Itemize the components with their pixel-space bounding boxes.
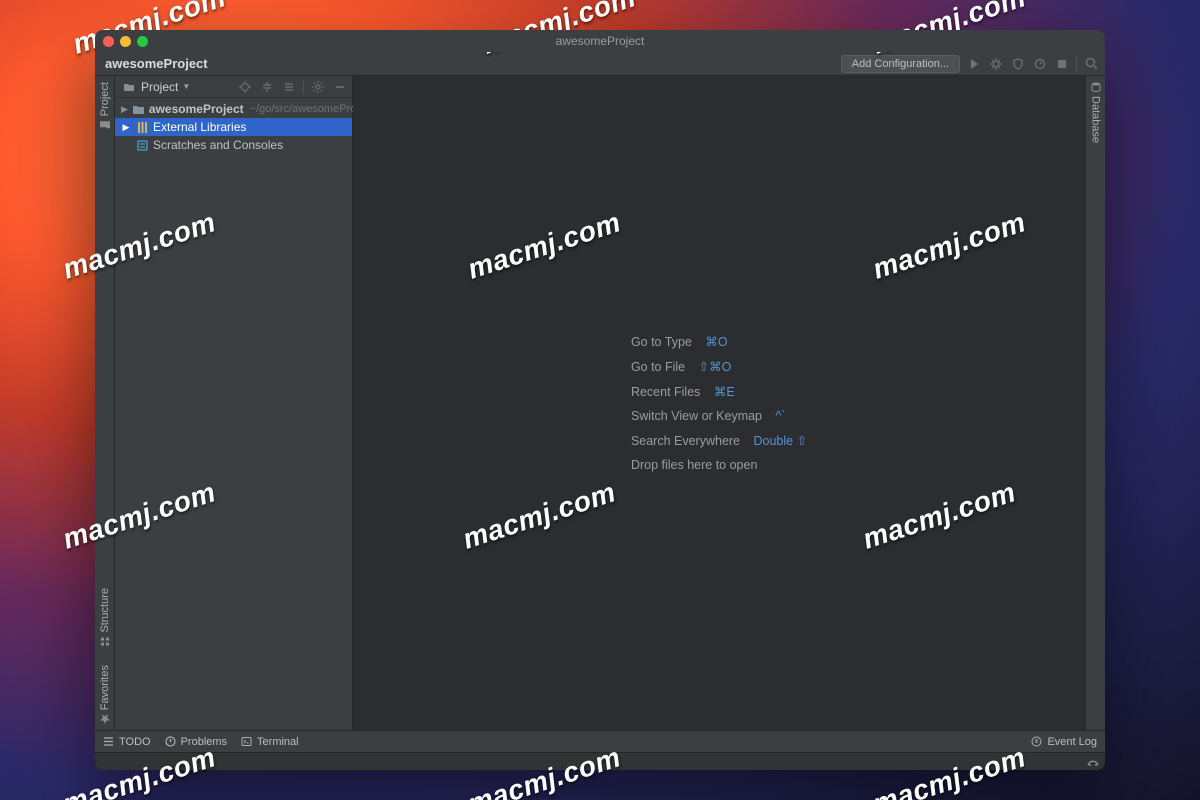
search-icon[interactable] <box>1083 56 1099 72</box>
scratches-icon <box>135 138 149 152</box>
collapse-all-icon[interactable] <box>281 79 297 95</box>
titlebar: awesomeProject <box>95 30 1105 52</box>
chevron-right-icon[interactable]: ▶ <box>121 122 131 133</box>
hint-label: Drop files here to open <box>631 458 757 472</box>
bottom-event-log[interactable]: Event Log <box>1031 736 1097 748</box>
project-toolwindow-title[interactable]: Project <box>141 80 178 94</box>
bottom-terminal-label: Terminal <box>257 736 299 748</box>
hint-switch-view: Switch View or Keymap ^` <box>631 409 786 423</box>
libraries-icon <box>135 120 149 134</box>
bottom-terminal[interactable]: Terminal <box>241 736 299 748</box>
hint-label: Switch View or Keymap <box>631 409 762 423</box>
bottom-problems-label: Problems <box>181 736 227 748</box>
bottom-event-log-label: Event Log <box>1047 736 1097 748</box>
bottom-toolbar: TODO Problems Terminal Event Log <box>95 730 1105 752</box>
hint-shortcut: ^` <box>776 409 786 423</box>
expand-all-icon[interactable] <box>259 79 275 95</box>
event-log-icon <box>1031 736 1042 747</box>
gutter-favorites[interactable]: Favorites <box>99 665 111 724</box>
gutter-database-label: Database <box>1090 96 1102 143</box>
hint-search-everywhere: Search Everywhere Double ⇧ <box>631 433 807 448</box>
hint-shortcut: ⇧⌘O <box>699 360 732 374</box>
breadcrumb[interactable]: awesomeProject <box>105 56 208 71</box>
tree-label: Scratches and Consoles <box>153 138 283 152</box>
bottom-problems[interactable]: Problems <box>165 736 227 748</box>
project-toolwindow: Project ▼ <box>115 76 353 730</box>
bottom-todo[interactable]: TODO <box>103 736 151 748</box>
dropdown-icon[interactable]: ▼ <box>182 82 190 91</box>
zoom-dot[interactable] <box>137 36 148 47</box>
toolbar-separator <box>303 80 304 94</box>
gutter-project[interactable]: Project <box>99 82 111 130</box>
project-tree[interactable]: ▶ awesomeProject ~/go/src/awesomeProject… <box>115 98 352 156</box>
stop-icon[interactable] <box>1054 56 1070 72</box>
gutter-favorites-label: Favorites <box>99 665 111 710</box>
editor-hints: Go to Type ⌘O Go to File ⇧⌘O Recent File… <box>631 334 807 472</box>
right-gutter: Database <box>1085 76 1105 730</box>
tree-row-external-libraries[interactable]: ▶ External Libraries <box>115 118 352 136</box>
toolbar-separator <box>1076 56 1077 72</box>
terminal-icon <box>241 736 252 747</box>
locate-icon[interactable] <box>237 79 253 95</box>
hint-go-to-file: Go to File ⇧⌘O <box>631 359 731 374</box>
hint-go-to-type: Go to Type ⌘O <box>631 334 728 349</box>
gutter-structure-label: Structure <box>99 588 111 633</box>
hint-shortcut: ⌘O <box>705 335 727 349</box>
project-toolwindow-header: Project ▼ <box>115 76 352 98</box>
editor-area[interactable]: Go to Type ⌘O Go to File ⇧⌘O Recent File… <box>353 76 1085 730</box>
debug-icon[interactable] <box>988 56 1004 72</box>
hint-drop-files: Drop files here to open <box>631 458 757 472</box>
project-icon <box>121 79 137 95</box>
statusbar <box>95 752 1105 770</box>
minimize-dot[interactable] <box>120 36 131 47</box>
tree-label: awesomeProject <box>149 102 244 116</box>
gear-icon[interactable] <box>310 79 326 95</box>
hint-label: Go to Type <box>631 335 692 349</box>
left-gutter: Project Structure Favorites <box>95 76 115 730</box>
bottom-todo-label: TODO <box>119 736 151 748</box>
chevron-right-icon[interactable]: ▶ <box>121 104 128 115</box>
gutter-structure[interactable]: Structure <box>99 588 111 647</box>
ide-settings-icon[interactable] <box>1087 756 1099 768</box>
warning-icon <box>165 736 176 747</box>
add-configuration-button[interactable]: Add Configuration... <box>841 55 960 73</box>
ide-window: awesomeProject awesomeProject Add Config… <box>95 30 1105 770</box>
gutter-project-label: Project <box>99 82 111 116</box>
tree-label: External Libraries <box>153 120 246 134</box>
tree-row-project-root[interactable]: ▶ awesomeProject ~/go/src/awesomeProject <box>115 100 352 118</box>
gutter-database[interactable]: Database <box>1090 82 1102 143</box>
hint-shortcut: ⌘E <box>714 385 735 399</box>
hint-label: Recent Files <box>631 385 700 399</box>
hide-icon[interactable] <box>332 79 348 95</box>
tree-row-scratches[interactable]: Scratches and Consoles <box>115 136 352 154</box>
folder-icon <box>100 120 110 130</box>
window-title: awesomeProject <box>95 34 1105 48</box>
star-icon <box>100 714 110 724</box>
coverage-icon[interactable] <box>1010 56 1026 72</box>
run-icon[interactable] <box>966 56 982 72</box>
database-icon <box>1091 82 1101 92</box>
list-icon <box>103 736 114 747</box>
profile-icon[interactable] <box>1032 56 1048 72</box>
hint-label: Search Everywhere <box>631 434 740 448</box>
close-dot[interactable] <box>103 36 114 47</box>
traffic-lights <box>103 36 148 47</box>
folder-icon <box>132 102 145 116</box>
structure-icon <box>100 637 110 647</box>
navbar: awesomeProject Add Configuration... <box>95 52 1105 76</box>
hint-shortcut: Double ⇧ <box>754 434 808 448</box>
hint-recent-files: Recent Files ⌘E <box>631 384 735 399</box>
hint-label: Go to File <box>631 360 685 374</box>
